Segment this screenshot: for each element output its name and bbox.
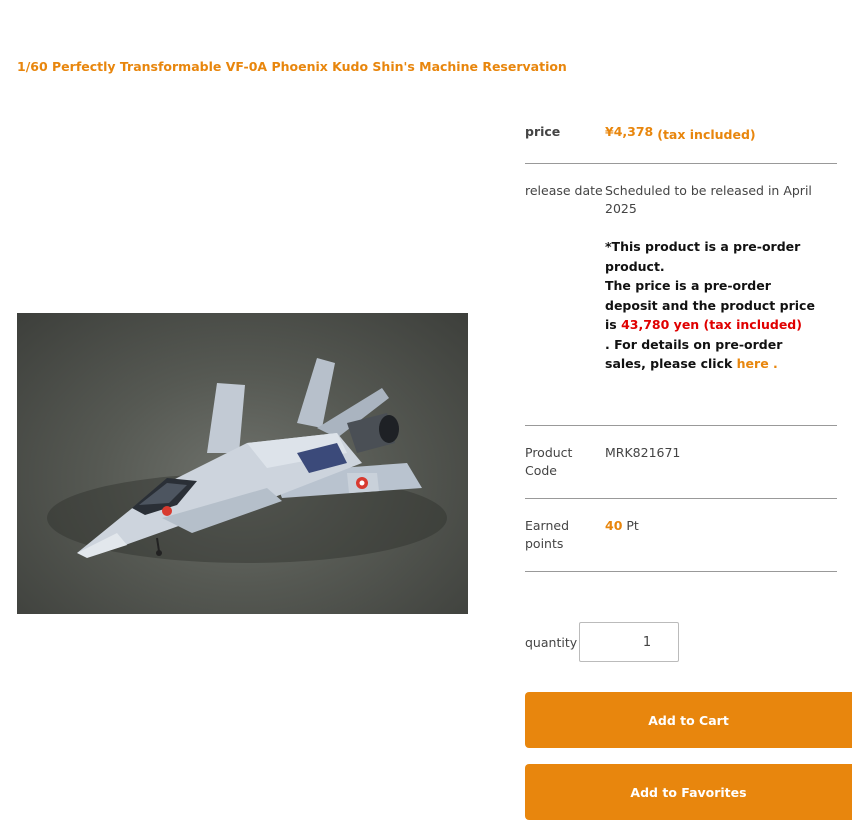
points-value: 40 [605,518,623,533]
quantity-label: quantity [525,635,578,650]
add-to-cart-button[interactable]: Add to Cart [525,692,852,748]
price-row: price ¥4,378 (tax included) [525,123,837,153]
product-image[interactable] [17,313,468,614]
product-code-value: MRK821671 [605,445,681,460]
price-label: price [525,124,561,139]
points-row: Earned points 40 Pt [525,517,837,557]
points-unit: Pt [626,518,639,533]
points-value-group: 40 Pt [605,517,639,535]
points-label: Earned points [525,518,570,551]
release-label: release date [525,183,603,198]
quantity-input[interactable] [579,622,679,662]
price-value: ¥4,378 [605,124,654,139]
divider [525,498,837,499]
release-row: release date Scheduled to be released in… [525,182,837,382]
divider [525,425,837,426]
jet-model-illustration [47,358,447,563]
product-code-row: Product Code MRK821671 [525,444,837,484]
product-code-label: Product Code [525,445,573,478]
preorder-details-link[interactable]: here . [737,356,778,371]
price-tax: (tax included) [657,127,756,142]
divider [525,571,837,572]
preorder-note: *This product is a pre-order product. Th… [605,237,825,374]
product-title: 1/60 Perfectly Transformable VF-0A Phoen… [17,59,567,74]
release-value: Scheduled to be released in April 2025 [605,183,812,216]
note-part1: *This product is a pre-order product. [605,239,801,274]
divider [525,163,837,164]
note-price: 43,780 yen (tax included) [621,317,802,332]
add-to-favorites-button[interactable]: Add to Favorites [525,764,852,820]
price-value-group: ¥4,378 (tax included) [605,123,756,142]
